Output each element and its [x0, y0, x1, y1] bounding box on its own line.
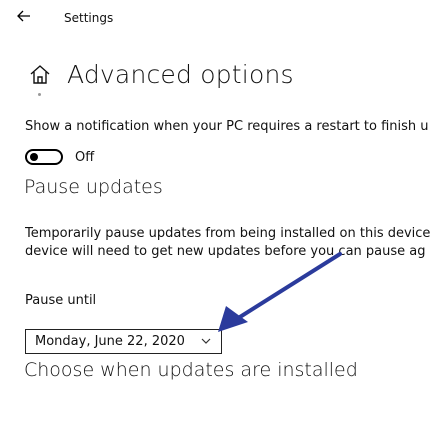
- chevron-down-icon: [201, 338, 211, 344]
- app-title: Settings: [64, 11, 114, 25]
- choose-updates-heading: Choose when updates are installed: [24, 359, 358, 381]
- toggle-knob: [30, 153, 38, 161]
- restart-notification-text: Show a notification when your PC require…: [25, 119, 429, 134]
- back-arrow-icon: [17, 10, 30, 22]
- pause-until-dropdown[interactable]: Monday, June 22, 2020: [25, 329, 222, 354]
- selected-date: Monday, June 22, 2020: [35, 334, 185, 349]
- annotation-arrow-shaft: [230, 252, 342, 324]
- pause-description-line-2: device will need to get new updates befo…: [25, 244, 426, 259]
- page-header: Advanced options: [29, 56, 294, 92]
- pause-description-line-1: Temporarily pause updates from being ins…: [25, 226, 431, 241]
- restart-notification-toggle-row[interactable]: Off: [25, 146, 94, 168]
- restart-notification-toggle[interactable]: [25, 149, 63, 165]
- pause-updates-heading: Pause updates: [24, 176, 163, 198]
- pause-until-label: Pause until: [25, 293, 97, 308]
- toggle-state-label: Off: [75, 149, 95, 165]
- pause-updates-description: Temporarily pause updates from being ins…: [25, 225, 431, 261]
- back-button[interactable]: [14, 6, 34, 26]
- title-bar: Settings: [0, 0, 431, 36]
- home-icon: [30, 65, 50, 84]
- annotation-arrow-head: [218, 306, 248, 332]
- page-title: Advanced options: [67, 59, 294, 89]
- divider-dot: [38, 93, 41, 96]
